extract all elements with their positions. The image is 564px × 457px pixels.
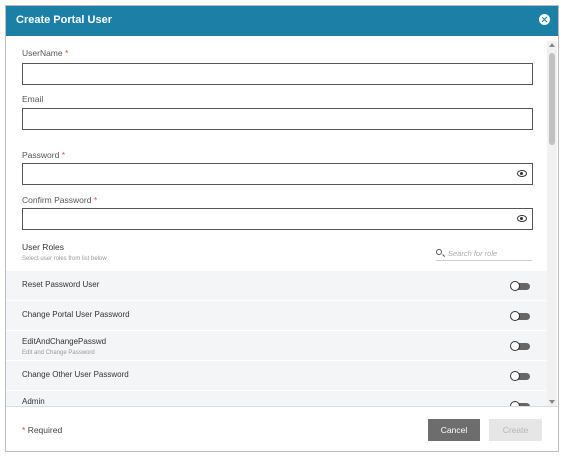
- role-toggle[interactable]: [510, 341, 530, 351]
- password-label: Password *: [22, 150, 65, 160]
- role-toggle[interactable]: [510, 371, 530, 381]
- dialog-footer: * Required Cancel Create: [6, 406, 558, 451]
- scroll-up-icon[interactable]: [549, 43, 555, 47]
- scroll-down-icon[interactable]: [549, 400, 555, 404]
- create-button[interactable]: Create: [489, 419, 542, 441]
- vertical-scrollbar[interactable]: [547, 41, 557, 406]
- username-label-text: UserName: [22, 48, 63, 58]
- role-row-change-portal-user-password: Change Portal User Password: [6, 301, 547, 331]
- confirm-password-required-mark: *: [93, 195, 98, 205]
- role-name: Reset Password User: [22, 280, 100, 289]
- roles-list: Reset Password User Change Portal User P…: [6, 271, 547, 406]
- username-required-mark: *: [65, 48, 69, 58]
- confirm-password-label: Confirm Password *: [22, 195, 97, 205]
- close-icon[interactable]: [539, 14, 550, 25]
- password-input[interactable]: [22, 163, 533, 185]
- username-label: UserName *: [22, 48, 68, 58]
- role-toggle[interactable]: [510, 281, 530, 291]
- role-search-input[interactable]: [448, 247, 530, 259]
- dialog-title: Create Portal User: [16, 14, 112, 26]
- dialog-header: Create Portal User: [6, 6, 558, 36]
- required-note-mark: *: [22, 425, 26, 435]
- role-description: Edit and Change Password: [22, 350, 95, 356]
- eye-icon[interactable]: [517, 170, 527, 177]
- email-label: Email: [22, 94, 44, 104]
- role-name: EditAndChangePasswd: [22, 337, 107, 346]
- email-input[interactable]: [22, 108, 533, 130]
- create-portal-user-dialog: Create Portal User UserName * Email Pass…: [5, 5, 559, 452]
- role-name: Change Other User Password: [22, 370, 129, 379]
- role-row-editandchangepasswd: EditAndChangePasswd Edit and Change Pass…: [6, 331, 547, 361]
- role-search: [436, 247, 532, 261]
- role-row-admin: Admin: [6, 391, 547, 406]
- role-row-change-other-user-password: Change Other User Password: [6, 361, 547, 391]
- scrollbar-thumb[interactable]: [549, 53, 555, 145]
- password-label-text: Password: [22, 150, 60, 160]
- required-note: * Required: [22, 425, 62, 435]
- confirm-password-label-text: Confirm Password: [22, 195, 92, 205]
- cancel-button[interactable]: Cancel: [428, 419, 480, 441]
- user-roles-subtitle: Select user roles from list below: [22, 256, 107, 262]
- role-toggle[interactable]: [510, 311, 530, 321]
- password-required-mark: *: [61, 150, 66, 160]
- username-input[interactable]: [22, 63, 533, 85]
- role-name: Admin: [22, 397, 45, 406]
- role-name: Change Portal User Password: [22, 310, 130, 319]
- eye-icon[interactable]: [517, 215, 527, 222]
- role-row-reset-password-user: Reset Password User: [6, 271, 547, 301]
- required-note-text: Required: [27, 425, 63, 435]
- dialog-body: UserName * Email Password * Confirm Pass…: [6, 36, 558, 406]
- user-roles-title: User Roles: [22, 242, 65, 252]
- search-icon: [436, 249, 442, 255]
- confirm-password-input[interactable]: [22, 208, 533, 230]
